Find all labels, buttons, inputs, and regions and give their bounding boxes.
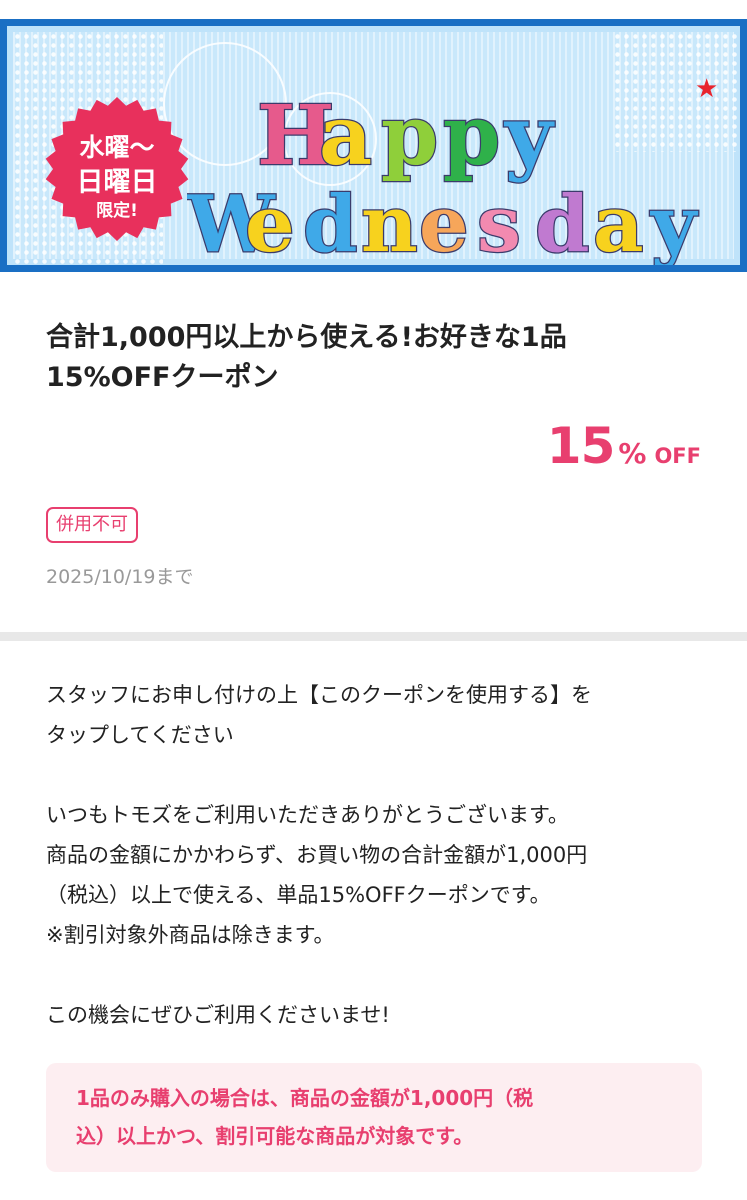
logo-letter: e <box>419 179 469 266</box>
discount-value: 15 <box>546 417 616 475</box>
description-closing: この機会にぜひご利用くださいませ! <box>46 1003 390 1027</box>
happy-wednesday-logo: Ha p p y We d n e s d a y <box>187 87 700 266</box>
logo-line-happy: Ha p p y <box>256 87 557 186</box>
weekday-limited-badge: 水曜〜 日曜日 限定! <box>41 96 193 242</box>
logo-line-wednesday: We d n e s d a y <box>187 178 700 266</box>
logo-letter: a <box>319 88 372 184</box>
description-details: いつもトモズをご利用いただきありがとうございます。 商品の金額にかかわらず、お買… <box>46 803 588 947</box>
single-item-notice: 1品のみ購入の場合は、商品の金額が1,000円（税 込）以上かつ、割引可能な商品… <box>46 1063 702 1172</box>
discount-percent-sign: % <box>618 437 647 470</box>
badge-line-1: 水曜〜 <box>79 133 155 162</box>
description-instruction: スタッフにお申し付けの上【このクーポンを使用する】を タップしてください <box>46 683 592 747</box>
expiry-date: 2025/10/19まで <box>46 566 194 588</box>
coupon-title: 合計1,000円以上から使える!お好きな1品 15%OFFクーポン <box>46 322 567 393</box>
badge-line-2: 日曜日 <box>76 167 158 198</box>
logo-letter: d <box>535 179 590 266</box>
section-divider <box>0 632 747 641</box>
not-combinable-badge: 併用不可 <box>46 507 138 543</box>
discount-off-label: OFF <box>654 444 701 468</box>
coupon-description: スタッフにお申し付けの上【このクーポンを使用する】を タップしてください いつも… <box>46 675 706 1035</box>
happy-wednesday-banner: 水曜〜 日曜日 限定! ★ Happy Wednesday <box>0 19 747 272</box>
logo-letter: y <box>503 88 555 184</box>
logo-letter: e <box>245 179 295 266</box>
logo-letter: p <box>381 88 438 184</box>
logo-letter: p <box>443 88 500 184</box>
logo-letter: n <box>361 179 418 266</box>
discount-display: 15% OFF <box>547 418 701 474</box>
logo-letter: d <box>303 179 358 266</box>
logo-letter: s <box>477 179 521 266</box>
logo-letter: y <box>649 179 699 266</box>
badge-line-3: 限定! <box>96 201 138 221</box>
logo-letter: a <box>593 179 644 266</box>
